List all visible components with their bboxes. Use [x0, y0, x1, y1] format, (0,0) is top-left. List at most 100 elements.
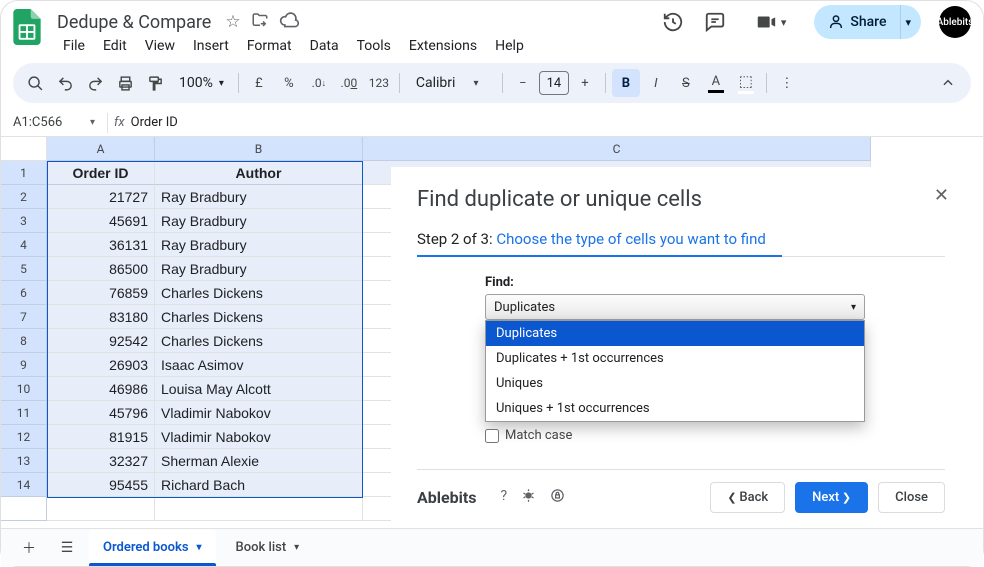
cell[interactable]: Charles Dickens	[155, 305, 363, 329]
all-sheets-button[interactable]: ☰	[51, 533, 83, 563]
row-header[interactable]: 14	[1, 473, 47, 497]
row-header[interactable]: 6	[1, 281, 47, 305]
cell[interactable]	[155, 497, 363, 521]
cell[interactable]: Vladimir Nabokov	[155, 425, 363, 449]
paint-format-button[interactable]	[141, 69, 169, 97]
menu-edit[interactable]: Edit	[95, 34, 135, 58]
sheet-tab-ordered-books[interactable]: Ordered books▾	[89, 530, 216, 566]
text-color-button[interactable]: A	[702, 69, 730, 97]
zoom-select[interactable]: 100%▾	[171, 75, 232, 91]
move-icon[interactable]	[251, 11, 269, 34]
cell[interactable]: Sherman Alexie	[155, 449, 363, 473]
row-header[interactable]: 5	[1, 257, 47, 281]
lock-icon[interactable]	[550, 488, 565, 507]
cell[interactable]: 32327	[47, 449, 155, 473]
increase-font-size-button[interactable]: +	[571, 69, 599, 97]
cell[interactable]: 45796	[47, 401, 155, 425]
row-header[interactable]: 13	[1, 449, 47, 473]
cell[interactable]: 86500	[47, 257, 155, 281]
cell[interactable]: Isaac Asimov	[155, 353, 363, 377]
row-header[interactable]: 1	[1, 161, 47, 185]
cell[interactable]: Ray Bradbury	[155, 233, 363, 257]
collapse-toolbar-button[interactable]	[933, 68, 963, 98]
format-currency-button[interactable]: £	[245, 69, 273, 97]
bug-icon[interactable]	[521, 488, 536, 507]
fill-color-button[interactable]: ⬚	[732, 69, 760, 97]
row-header[interactable]: 9	[1, 353, 47, 377]
menu-format[interactable]: Format	[239, 34, 300, 58]
row-header[interactable]: 10	[1, 377, 47, 401]
cell[interactable]: 81915	[47, 425, 155, 449]
row-header[interactable]: 4	[1, 233, 47, 257]
menu-data[interactable]: Data	[302, 34, 347, 58]
format-percent-button[interactable]: %	[275, 69, 303, 97]
print-button[interactable]	[111, 69, 139, 97]
cell[interactable]	[47, 497, 155, 521]
font-size-input[interactable]: 14	[539, 71, 569, 95]
cell[interactable]: 45691	[47, 209, 155, 233]
cell[interactable]: 95455	[47, 473, 155, 497]
menu-view[interactable]: View	[137, 34, 183, 58]
menu-help[interactable]: Help	[487, 34, 532, 58]
column-header-b[interactable]: B	[155, 137, 363, 161]
meet-button[interactable]: ▾	[745, 5, 797, 39]
menu-insert[interactable]: Insert	[185, 34, 237, 58]
chevron-down-icon[interactable]: ▾	[197, 542, 202, 553]
sheets-logo[interactable]	[13, 13, 41, 41]
option-uniques-first[interactable]: Uniques + 1st occurrences	[486, 396, 864, 421]
cell[interactable]: 92542	[47, 329, 155, 353]
cell[interactable]: Richard Bach	[155, 473, 363, 497]
add-sheet-button[interactable]: ＋	[13, 533, 45, 563]
redo-button[interactable]	[81, 69, 109, 97]
column-header-a[interactable]: A	[47, 137, 155, 161]
account-avatar[interactable]: Ablebits	[939, 6, 971, 38]
font-select[interactable]: Calibri▾	[406, 75, 496, 91]
find-type-select[interactable]: Duplicates ▾	[485, 294, 865, 320]
cell[interactable]: 83180	[47, 305, 155, 329]
cell[interactable]: Charles Dickens	[155, 281, 363, 305]
row-header[interactable]: 12	[1, 425, 47, 449]
more-formats-button[interactable]: 123	[365, 69, 393, 97]
menu-file[interactable]: File	[55, 34, 93, 58]
cell[interactable]: Vladimir Nabokov	[155, 401, 363, 425]
cell[interactable]: 21727	[47, 185, 155, 209]
cell[interactable]: Author	[155, 161, 363, 185]
bold-button[interactable]: B	[612, 69, 640, 97]
row-header[interactable]: 2	[1, 185, 47, 209]
row-header[interactable]: 8	[1, 329, 47, 353]
cloud-status-icon[interactable]	[279, 10, 299, 35]
chevron-down-icon[interactable]: ▾	[294, 542, 299, 553]
select-all-corner[interactable]	[1, 137, 47, 161]
row-header[interactable]: 3	[1, 209, 47, 233]
star-icon[interactable]: ☆	[225, 12, 240, 32]
match-case-checkbox[interactable]: Match case	[485, 428, 945, 443]
sheet-tab-book-list[interactable]: Book list▾	[222, 530, 314, 566]
option-duplicates[interactable]: Duplicates	[486, 321, 864, 346]
decrease-decimal-button[interactable]: .0↓	[305, 69, 333, 97]
option-uniques[interactable]: Uniques	[486, 371, 864, 396]
cell[interactable]: Louisa May Alcott	[155, 377, 363, 401]
next-button[interactable]: Next ❯	[795, 482, 868, 513]
more-toolbar-button[interactable]: ⋮	[773, 69, 801, 97]
formula-bar[interactable]: Order ID	[131, 115, 178, 130]
cell[interactable]: 36131	[47, 233, 155, 257]
cell[interactable]: 76859	[47, 281, 155, 305]
option-duplicates-first[interactable]: Duplicates + 1st occurrences	[486, 346, 864, 371]
cell[interactable]: Charles Dickens	[155, 329, 363, 353]
cell[interactable]: Ray Bradbury	[155, 257, 363, 281]
strikethrough-button[interactable]: S	[672, 69, 700, 97]
cell[interactable]: 26903	[47, 353, 155, 377]
name-box[interactable]: A1:C566 ▾	[7, 115, 101, 130]
row-header[interactable]: 11	[1, 401, 47, 425]
menu-extensions[interactable]: Extensions	[401, 34, 485, 58]
cell[interactable]: Ray Bradbury	[155, 209, 363, 233]
undo-button[interactable]	[51, 69, 79, 97]
search-icon[interactable]	[21, 69, 49, 97]
cell[interactable]: Ray Bradbury	[155, 185, 363, 209]
row-header[interactable]: 7	[1, 305, 47, 329]
share-dropdown[interactable]: ▾	[900, 5, 921, 39]
close-icon[interactable]: ✕	[934, 185, 949, 206]
comments-icon[interactable]	[703, 10, 727, 34]
share-button[interactable]: Share	[814, 5, 900, 39]
row-header[interactable]	[1, 497, 47, 521]
